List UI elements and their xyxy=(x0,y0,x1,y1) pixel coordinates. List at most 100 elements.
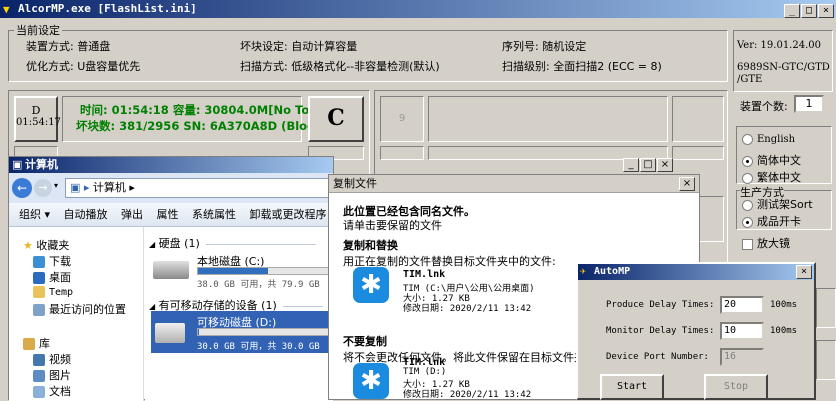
automp-dialog: ✈ AutoMP × Produce Delay Times: 20 100ms… xyxy=(576,262,816,400)
nav-item-documents[interactable]: 文档 xyxy=(33,383,71,399)
settings-group-label: 当前设定 xyxy=(14,22,62,38)
explorer-toolbar: 组织 ▾ 自动播放 弹出 属性 系统属性 卸载或更改程序 xyxy=(9,203,333,227)
drive-c[interactable]: 本地磁盘 (C:) 38.0 GB 可用，共 79.9 GB xyxy=(153,253,333,290)
nav-item-desktop[interactable]: 桌面 xyxy=(33,269,71,285)
copy-dialog-title: 复制文件 xyxy=(333,177,377,190)
address-bar[interactable]: ▣ ▸ 计算机 ▸ xyxy=(65,178,333,198)
nav-favorites[interactable]: ★ 收藏夹 xyxy=(23,237,69,253)
start-button[interactable]: Start xyxy=(600,374,664,400)
zoom-checkbox[interactable]: 放大镜 xyxy=(742,235,790,251)
drive-c-usage-fill xyxy=(198,268,268,274)
radio-english[interactable] xyxy=(742,134,753,145)
slot-9-button[interactable]: 9 xyxy=(380,96,424,142)
toolbar-organize[interactable]: 组织 ▾ xyxy=(19,208,50,221)
radio-simplified[interactable] xyxy=(742,155,753,167)
opt1-date: 修改日期: 2020/2/11 13:42 xyxy=(403,304,532,314)
drive-d-usage-fill xyxy=(198,329,200,335)
drive-d-info: 30.0 GB 可用，共 30.0 GB xyxy=(197,342,320,352)
history-dropdown[interactable]: ▾ xyxy=(54,181,58,190)
opt1-file: TIM.lnk xyxy=(403,269,446,280)
toolbar-uninstall[interactable]: 卸载或更改程序 xyxy=(250,208,327,221)
copy-dialog-subheading: 请单击要保留的文件 xyxy=(343,219,442,232)
nav-item-recent[interactable]: 最近访问的位置 xyxy=(33,301,126,317)
explorer-window: ▣ 计算机 ← → ▾ ▣ ▸ 计算机 ▸ 组织 ▾ 自动播放 弹出 属性 系统… xyxy=(8,156,334,401)
install-mode: 装置方式: 普通盘 xyxy=(26,40,111,53)
toolbar-autoplay[interactable]: 自动播放 xyxy=(64,208,108,221)
lang-simplified[interactable]: 简体中文 xyxy=(742,152,801,168)
monitor-delay-input[interactable]: 10 xyxy=(720,322,764,340)
production-finished[interactable]: 成品开卡 xyxy=(742,213,801,229)
port-d-letter: D xyxy=(31,104,41,117)
nav-pane: ★ 收藏夹 下载 桌面 Temp 最近访问的位置 库 视频 图片 文档 xyxy=(9,227,144,401)
back-button[interactable]: ← xyxy=(12,178,32,198)
nav-item-temp[interactable]: Temp xyxy=(33,285,73,298)
nav-item-videos[interactable]: 视频 xyxy=(33,351,71,367)
opt2-title: 不要复制 xyxy=(343,335,387,348)
right-edge-button[interactable] xyxy=(816,340,836,380)
port-d-button[interactable]: D 01:54:17 xyxy=(14,96,61,142)
picture-icon xyxy=(33,370,45,382)
hard-drive-icon xyxy=(153,261,189,279)
toolbar-properties[interactable]: 属性 xyxy=(157,208,179,221)
explorer-maximize-button[interactable]: □ xyxy=(640,158,656,172)
produce-delay-input[interactable]: 20 xyxy=(720,296,764,314)
lang-english[interactable]: English xyxy=(742,134,795,145)
status-line-2: 坏块数: 381/2956 SN: 6A370A8D (Block) xyxy=(76,119,327,133)
drive-d[interactable]: 可移动磁盘 (D:) 30.0 GB 可用，共 30.0 GB xyxy=(151,311,333,353)
address-computer-icon: ▣ ▸ xyxy=(70,181,93,194)
radio-finished[interactable] xyxy=(742,216,753,228)
maximize-button[interactable]: □ xyxy=(801,4,817,18)
slot-button[interactable] xyxy=(672,146,724,160)
port-c-button[interactable]: C xyxy=(308,96,364,142)
automp-close-button[interactable]: × xyxy=(796,265,812,279)
slot-9-label: 9 xyxy=(398,113,406,124)
minimize-button[interactable]: _ xyxy=(784,4,800,18)
right-edge-button[interactable] xyxy=(816,288,836,328)
recent-places-icon xyxy=(33,304,45,316)
address-text: 计算机 xyxy=(92,181,126,194)
explorer-close-button[interactable]: × xyxy=(657,158,673,172)
production-test[interactable]: 测试架Sort xyxy=(742,196,813,212)
monitor-delay-unit: 100ms xyxy=(770,326,798,336)
zoom-check[interactable] xyxy=(742,238,753,250)
settings-group xyxy=(8,30,728,82)
optimize-mode: 优化方式: U盘容量优先 xyxy=(26,60,141,73)
start-label: Start xyxy=(616,381,648,392)
copy-dialog-title-bar: 复制文件 × xyxy=(329,175,699,193)
scan-level: 扫描级别: 全面扫描2 (ECC = 8) xyxy=(502,60,662,73)
port-number-label: Device Port Number: xyxy=(606,352,709,362)
option-dont-copy[interactable]: 不要复制 将不会更改任何文件。将此文件保留在目标文件夹中: ✱ TIM.lnk … xyxy=(343,333,600,401)
close-button[interactable]: × xyxy=(818,4,834,18)
port-number-input[interactable]: 16 xyxy=(720,348,764,366)
nav-library[interactable]: 库 xyxy=(23,335,50,351)
radio-test[interactable] xyxy=(742,199,753,211)
app-icon: ▼ xyxy=(3,3,10,16)
copy-dialog-close-button[interactable]: × xyxy=(679,177,695,191)
downloads-icon xyxy=(33,256,45,268)
toolbar-system-properties[interactable]: 系统属性 xyxy=(192,208,236,221)
produce-delay-unit: 100ms xyxy=(770,300,798,310)
device-count-label: 装置个数: xyxy=(740,100,788,113)
toolbar-eject[interactable]: 弹出 xyxy=(121,208,143,221)
drive-c-info: 38.0 GB 可用，共 79.9 GB xyxy=(197,280,320,290)
serial-setting: 序列号: 随机设定 xyxy=(502,40,587,53)
forward-button[interactable]: → xyxy=(34,179,52,197)
lang-traditional[interactable]: 繁体中文 xyxy=(742,169,801,185)
drive-d-usage-bar xyxy=(197,328,331,336)
explorer-control-buttons: _ □ × xyxy=(622,157,673,172)
explorer-minimize-button[interactable]: _ xyxy=(623,158,639,172)
option-copy-replace[interactable]: 复制和替换 用正在复制的文件替换目标文件夹中的文件: ✱ TIM.lnk TIM… xyxy=(343,237,593,314)
nav-item-downloads[interactable]: 下载 xyxy=(33,253,71,269)
stop-button[interactable]: Stop xyxy=(704,374,768,400)
section-hdd[interactable]: ◢ 硬盘 (1) xyxy=(149,235,333,251)
radio-traditional[interactable] xyxy=(742,172,753,184)
opt2-path: TIM (D:) xyxy=(403,367,447,377)
opt2-date: 修改日期: 2020/2/11 13:42 xyxy=(403,390,532,400)
device-count-field[interactable]: 1 xyxy=(794,95,824,113)
port-c-letter: C xyxy=(327,105,345,131)
main-title: AlcorMP.exe [FlashList.ini] xyxy=(18,2,197,15)
explorer-title-bar: ▣ 计算机 xyxy=(9,157,333,173)
slot-button[interactable] xyxy=(672,96,724,142)
slot-button[interactable] xyxy=(380,146,424,160)
nav-item-pictures[interactable]: 图片 xyxy=(33,367,71,383)
